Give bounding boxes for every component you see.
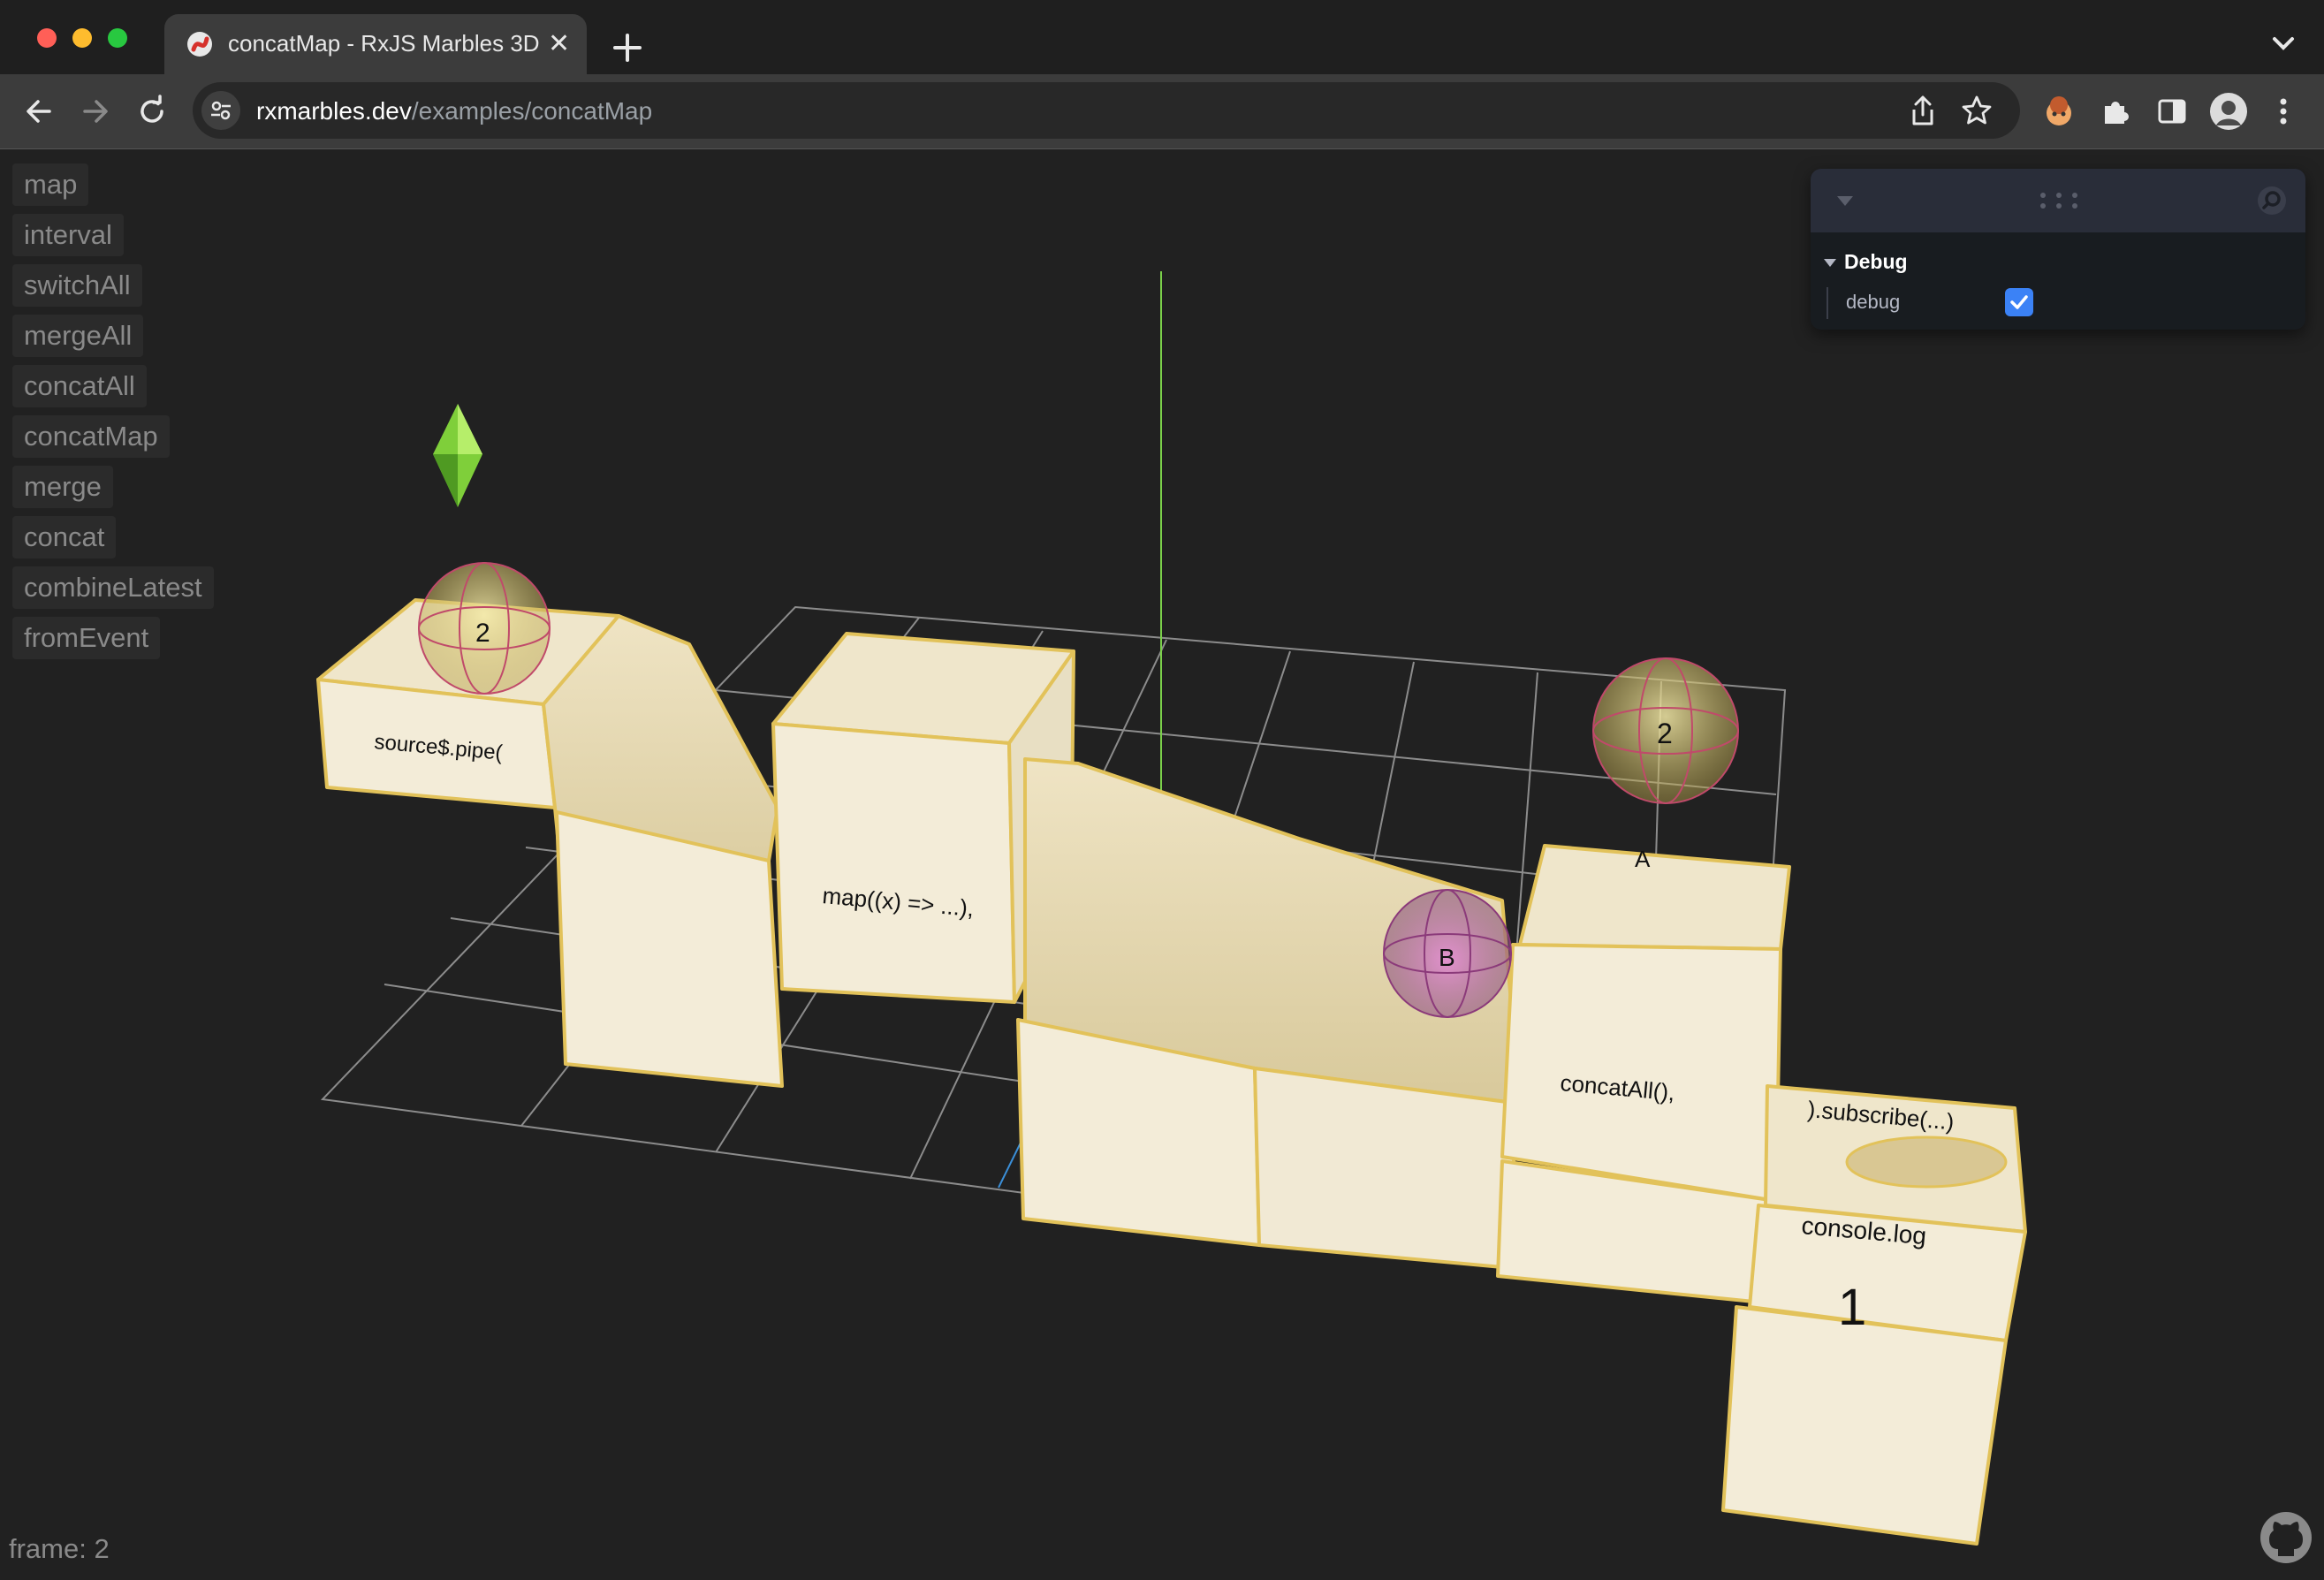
nav-item-interval[interactable]: interval xyxy=(12,214,124,256)
tab-close-icon[interactable]: ✕ xyxy=(548,28,570,59)
debug-folder-label[interactable]: Debug xyxy=(1844,250,1908,274)
marble-pink-label: B xyxy=(1439,944,1455,971)
console-value: 1 xyxy=(1838,1279,1866,1336)
new-tab-icon[interactable] xyxy=(610,30,645,65)
nav-item-merge[interactable]: merge xyxy=(12,466,113,508)
site-favicon-icon xyxy=(187,32,212,57)
nav-item-concat[interactable]: concat xyxy=(12,516,117,558)
url-host: rxmarbles.dev xyxy=(256,97,412,125)
maximize-window-button[interactable] xyxy=(108,28,127,48)
folder-caret-icon[interactable] xyxy=(1823,257,1837,268)
nav-item-mergeall[interactable]: mergeAll xyxy=(12,315,144,357)
nav-item-concatmap[interactable]: concatMap xyxy=(12,415,170,458)
checkmark-icon xyxy=(2010,295,2028,309)
page-viewport: source$.pipe( map((x) => ...), A concatA… xyxy=(0,149,2324,1580)
frame-counter: frame: 2 xyxy=(9,1533,110,1564)
drag-handle-icon[interactable] xyxy=(2039,190,2079,211)
marble-right-label: 2 xyxy=(1657,718,1673,749)
marble-3d-canvas[interactable]: source$.pipe( map((x) => ...), A concatA… xyxy=(0,149,2324,1580)
extensions-puzzle-icon[interactable] xyxy=(2098,94,2133,129)
share-icon[interactable] xyxy=(1907,94,1939,127)
nav-item-combinelatest[interactable]: combineLatest xyxy=(12,566,214,609)
nav-item-switchall[interactable]: switchAll xyxy=(12,264,142,307)
extension-face-icon[interactable] xyxy=(2041,94,2077,129)
nav-item-map[interactable]: map xyxy=(12,163,89,206)
collapse-caret-icon[interactable] xyxy=(1835,194,1855,208)
profile-avatar-icon[interactable] xyxy=(2209,92,2248,131)
a-label: A xyxy=(1635,846,1651,872)
debug-panel-header[interactable] xyxy=(1811,169,2305,232)
active-tab[interactable]: concatMap - RxJS Marbles 3D ✕ xyxy=(164,14,587,74)
address-bar[interactable]: rxmarbles.dev/examples/concatMap xyxy=(193,82,2020,139)
plumbob-diamond-icon xyxy=(433,404,482,507)
debug-panel: Debug debug xyxy=(1811,169,2305,330)
track-blocks xyxy=(316,598,2027,1546)
url-path: /examples/concatMap xyxy=(411,97,653,125)
debug-option-label: debug xyxy=(1846,291,1901,313)
back-arrow-icon[interactable] xyxy=(21,94,57,129)
minimize-window-button[interactable] xyxy=(72,28,92,48)
search-icon[interactable] xyxy=(2256,185,2288,216)
marble-pink: B xyxy=(1383,889,1512,1018)
site-info-button[interactable] xyxy=(201,91,240,130)
track-trough xyxy=(1845,1136,2008,1189)
nav-item-concatall[interactable]: concatAll xyxy=(12,365,147,407)
debug-checkbox[interactable] xyxy=(2005,288,2033,316)
url-text[interactable]: rxmarbles.dev/examples/concatMap xyxy=(256,97,652,125)
folder-indent-line xyxy=(1827,287,1828,319)
tune-icon xyxy=(211,101,231,120)
marble-right: 2 xyxy=(1592,657,1739,804)
browser-toolbar: rxmarbles.dev/examples/concatMap xyxy=(0,74,2324,149)
nav-item-fromevent[interactable]: fromEvent xyxy=(12,617,161,659)
forward-arrow-icon[interactable] xyxy=(78,94,113,129)
reload-icon[interactable] xyxy=(134,94,170,129)
close-window-button[interactable] xyxy=(37,28,57,48)
browser-tab-strip: concatMap - RxJS Marbles 3D ✕ xyxy=(0,0,2324,74)
tab-title: concatMap - RxJS Marbles 3D xyxy=(228,30,540,57)
github-icon[interactable] xyxy=(2259,1510,2313,1565)
marble-left-label: 2 xyxy=(475,619,490,648)
bookmark-star-icon[interactable] xyxy=(1960,94,1994,127)
side-panel-icon[interactable] xyxy=(2154,94,2190,129)
tab-search-chevron-icon[interactable] xyxy=(2269,34,2297,55)
marble-left: 2 xyxy=(418,562,551,695)
browser-menu-icon[interactable] xyxy=(2273,94,2294,129)
